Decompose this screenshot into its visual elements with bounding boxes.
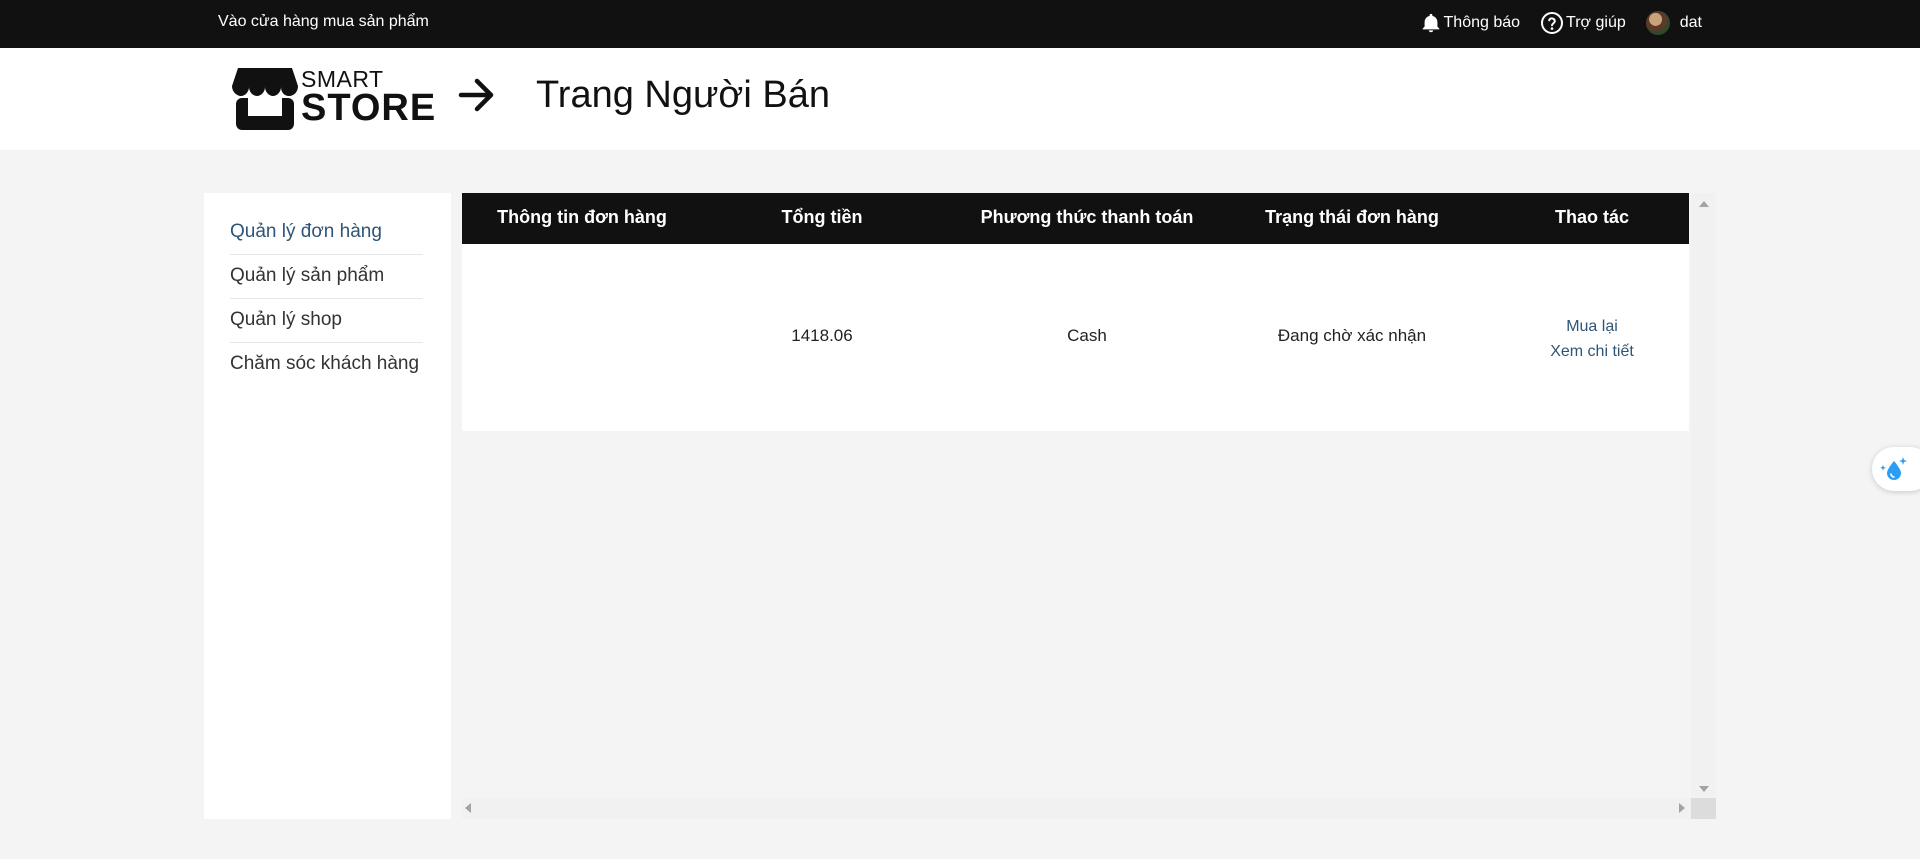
order-status-cell: Đang chờ xác nhận xyxy=(1277,326,1427,345)
column-total: Tổng tiền xyxy=(781,207,863,227)
bell-icon xyxy=(1420,11,1442,35)
sidebar-item-orders[interactable]: Quản lý đơn hàng xyxy=(230,211,423,255)
actions-cell: Mua lại Xem chi tiết xyxy=(1487,314,1697,364)
question-circle-icon xyxy=(1540,11,1564,35)
logo-text-big: STORE xyxy=(301,87,437,129)
sidebar-item-products[interactable]: Quản lý sản phẩm xyxy=(230,255,423,299)
view-details-link[interactable]: Xem chi tiết xyxy=(1487,339,1697,364)
floating-assistant-button[interactable] xyxy=(1872,447,1920,491)
orders-panel: Thông tin đơn hàng Tổng tiền Phương thức… xyxy=(462,193,1716,819)
column-actions: Thao tác xyxy=(1554,207,1629,227)
horizontal-scrollbar[interactable] xyxy=(462,798,1691,819)
table-row: 1418.06 Cash Đang chờ xác nhận Mua lại X… xyxy=(462,244,1689,431)
avatar xyxy=(1645,11,1670,35)
scrollbar-corner xyxy=(1691,798,1716,819)
scroll-down-icon[interactable] xyxy=(1699,786,1709,792)
top-bar: Vào cửa hàng mua sản phẩm Thông báo Trợ … xyxy=(0,0,1920,48)
payment-method-cell: Cash xyxy=(1067,326,1107,345)
reorder-link[interactable]: Mua lại xyxy=(1487,314,1697,339)
user-menu[interactable]: dat xyxy=(1645,11,1702,35)
notifications-label: Thông báo xyxy=(1443,14,1521,31)
notifications-button[interactable]: Thông báo xyxy=(1420,11,1521,35)
sidebar: Quản lý đơn hàng Quản lý sản phẩm Quản l… xyxy=(204,193,451,819)
page-title: Trang Người Bán xyxy=(536,74,830,116)
column-order-status: Trạng thái đơn hàng xyxy=(1265,207,1439,227)
vertical-scrollbar[interactable] xyxy=(1691,193,1716,798)
table-header: Thông tin đơn hàng Tổng tiền Phương thức… xyxy=(462,193,1689,244)
arrow-right-icon xyxy=(458,77,496,118)
help-button[interactable]: Trợ giúp xyxy=(1540,11,1626,35)
scroll-left-icon[interactable] xyxy=(465,803,471,813)
column-payment-method: Phương thức thanh toán xyxy=(980,207,1194,227)
scroll-up-icon[interactable] xyxy=(1699,201,1709,207)
column-order-info: Thông tin đơn hàng xyxy=(497,207,667,227)
shop-link[interactable]: Vào cửa hàng mua sản phẩm xyxy=(218,13,429,31)
page-header: SMART STORE Trang Người Bán xyxy=(0,48,1920,150)
top-bar-actions: Thông báo Trợ giúp dat xyxy=(1420,11,1702,35)
sidebar-item-shop[interactable]: Quản lý shop xyxy=(230,299,423,343)
username: dat xyxy=(1679,14,1702,31)
order-total-cell: 1418.06 xyxy=(791,326,853,345)
smart-store-logo[interactable]: SMART STORE xyxy=(232,66,435,136)
help-label: Trợ giúp xyxy=(1566,14,1626,31)
scroll-right-icon[interactable] xyxy=(1679,803,1685,813)
sidebar-item-customer-care[interactable]: Chăm sóc khách hàng xyxy=(230,343,423,386)
